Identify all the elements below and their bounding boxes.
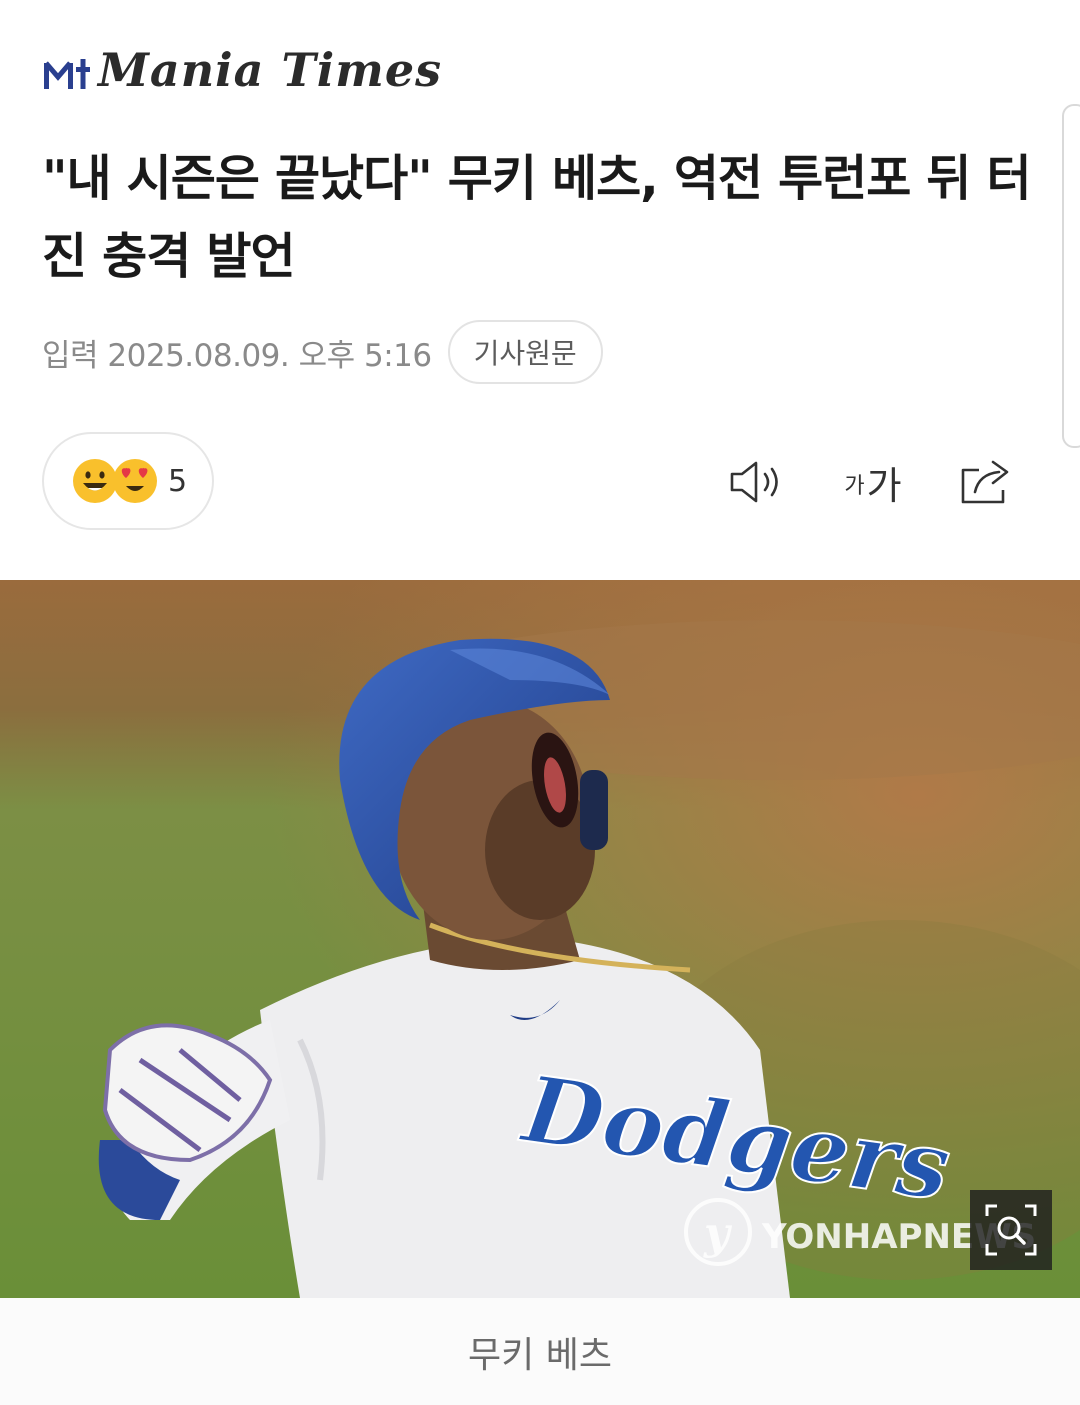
photo-caption: 무키 베츠 <box>0 1298 1080 1405</box>
article-meta: 입력 2025.08.09. 오후 5:16 기사원문 <box>42 320 603 384</box>
site-logo[interactable]: Mania Times <box>42 40 442 100</box>
font-large-label: 가 <box>866 463 902 508</box>
zoom-photo-button[interactable] <box>970 1190 1052 1270</box>
share-icon <box>961 460 1009 504</box>
published-date: 입력 2025.08.09. 오후 5:16 <box>42 337 432 374</box>
photo-caption-text: 무키 베츠 <box>468 1334 612 1376</box>
reactions-button[interactable]: 5 <box>42 432 214 530</box>
article-photo[interactable]: Dodgers y YONHAPNEWS <box>0 580 1080 1298</box>
original-article-button[interactable]: 기사원문 <box>447 320 603 384</box>
article-headline: "내 시즌은 끝났다" 무키 베츠, 역전 투런포 뒤 터진 충격 발언 <box>42 150 1032 285</box>
logo-text: Mania Times <box>98 43 443 97</box>
article-page: Mania Times "내 시즌은 끝났다" 무키 베츠, 역전 투런포 뒤 … <box>0 0 1080 1405</box>
original-article-label: 기사원문 <box>473 337 577 370</box>
heart-eyes-face-icon <box>113 459 157 503</box>
reaction-count: 5 <box>168 463 188 499</box>
speaker-icon <box>730 461 778 503</box>
svg-text:y: y <box>703 1208 733 1259</box>
zoom-search-icon <box>985 1204 1037 1256</box>
listen-button[interactable] <box>724 450 788 514</box>
font-size-button[interactable]: 가 가 <box>836 450 910 514</box>
share-button[interactable] <box>954 450 1018 514</box>
baseball-player-photo: Dodgers y YONHAPNEWS <box>0 580 1080 1298</box>
logo-mark-icon <box>44 59 90 89</box>
scrollbar[interactable] <box>1062 104 1080 448</box>
font-small-label: 가 <box>844 474 865 499</box>
